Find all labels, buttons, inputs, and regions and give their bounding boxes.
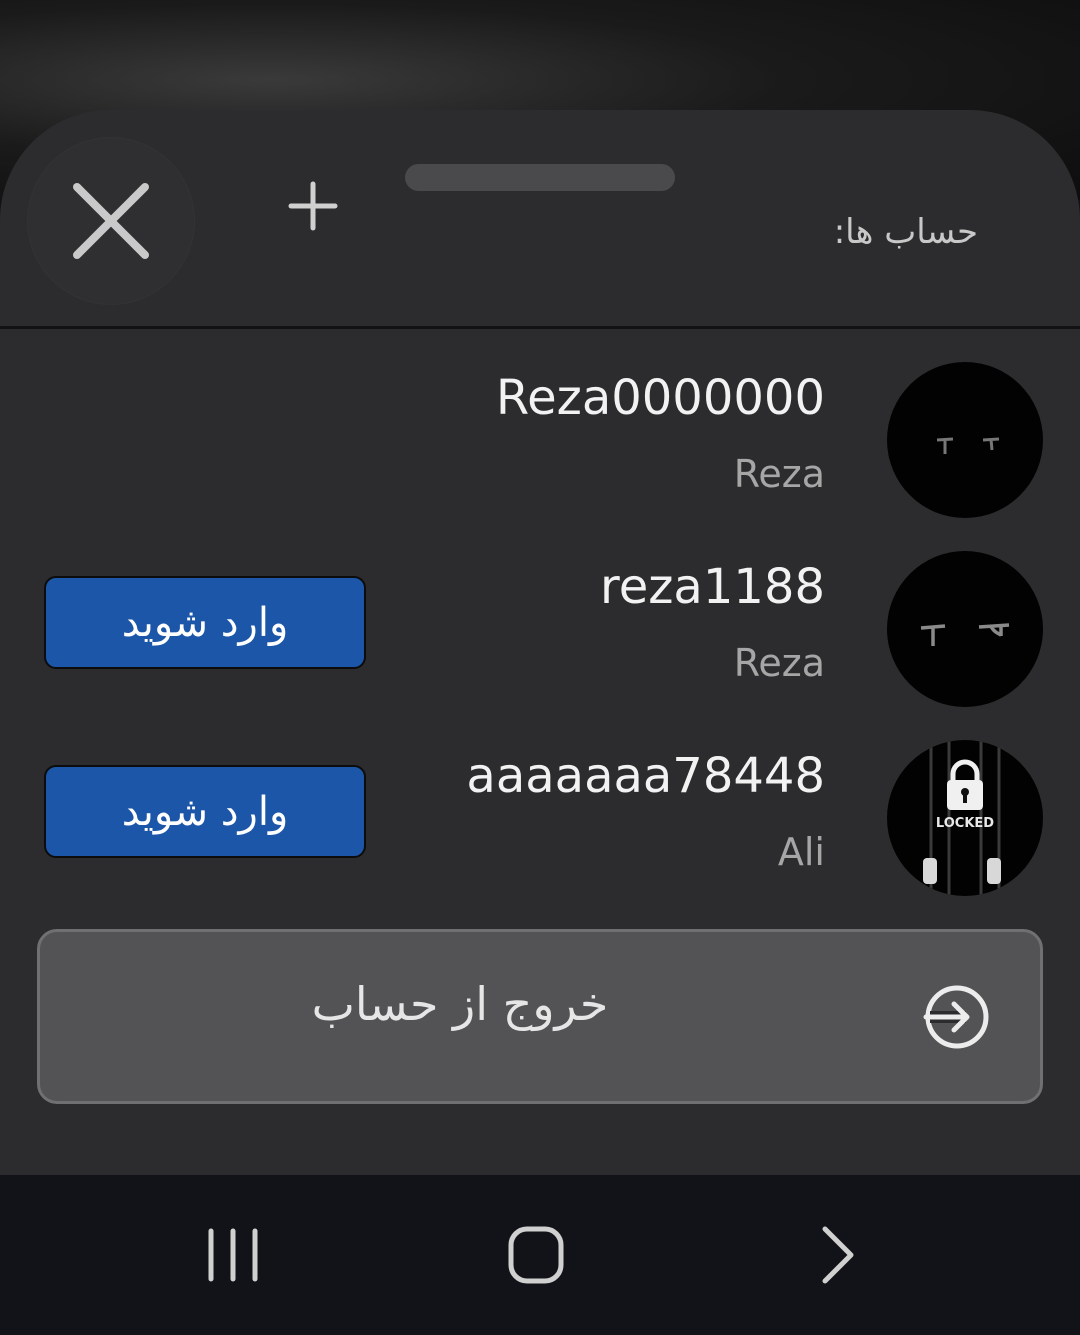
back-chevron-icon[interactable]: [805, 1219, 871, 1291]
account-display-name: Reza: [733, 452, 825, 496]
home-icon[interactable]: [503, 1219, 569, 1291]
logout-button[interactable]: خروج از حساب: [37, 929, 1043, 1104]
logout-label: خروج از حساب: [311, 977, 609, 1031]
recent-apps-icon[interactable]: [200, 1219, 266, 1291]
account-row[interactable]: LOCKED aaaaaaa78448 Ali وارد شوید: [0, 740, 1080, 900]
account-display-name: Reza: [733, 641, 825, 685]
plus-icon: [288, 181, 338, 231]
drag-handle[interactable]: [405, 164, 675, 191]
close-button[interactable]: [28, 138, 194, 304]
avatar: [887, 362, 1043, 518]
avatar: [887, 551, 1043, 707]
avatar-locked-text: LOCKED: [935, 816, 995, 831]
login-button[interactable]: وارد شوید: [44, 576, 366, 669]
account-username: Reza0000000: [495, 370, 825, 426]
locked-avatar: LOCKED: [887, 740, 1043, 896]
account-row[interactable]: Reza0000000 Reza: [0, 362, 1080, 522]
login-button[interactable]: وارد شوید: [44, 765, 366, 858]
account-username: aaaaaaa78448: [466, 748, 825, 804]
add-account-button[interactable]: [283, 176, 343, 236]
system-navigation-bar: [0, 1175, 1080, 1335]
account-row[interactable]: reza1188 Reza وارد شوید: [0, 551, 1080, 711]
account-display-name: Ali: [777, 830, 825, 874]
accounts-bottom-sheet: حساب ها: Reza0000000 Reza reza1188 Reza …: [0, 110, 1080, 1175]
close-icon: [73, 183, 149, 259]
sheet-header: حساب ها:: [0, 110, 1080, 329]
account-username: reza1188: [600, 559, 825, 615]
sign-in-arrow-icon: [923, 985, 989, 1049]
sheet-title: حساب ها:: [833, 212, 978, 252]
